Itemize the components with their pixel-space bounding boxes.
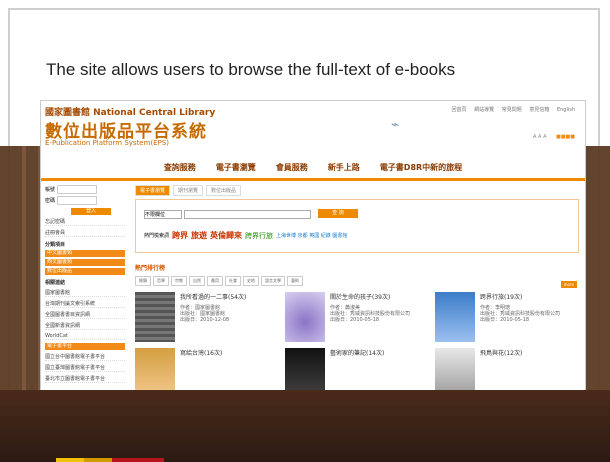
subject-tab[interactable]: 總類 xyxy=(135,276,151,286)
book-title[interactable]: 我所看過的一二事(54次) xyxy=(180,292,246,301)
presentation-slide: The site allows users to browse the full… xyxy=(0,0,610,462)
slide-caption: The site allows users to browse the full… xyxy=(46,60,456,79)
subject-tabs: 總類 哲學 宗教 自然 應用 社會 史地 語言文學 藝術 xyxy=(135,276,579,286)
website-screenshot: 國家圖書館 National Central Library 數位出版品平台系統… xyxy=(40,100,586,392)
top-link[interactable]: 意見信箱 xyxy=(529,107,549,113)
category-item[interactable]: 中文圖書類 xyxy=(45,250,125,257)
subject-tab[interactable]: 應用 xyxy=(207,276,223,286)
related-link[interactable]: WorldCat xyxy=(45,333,125,340)
page-content: 帳號 密碼 登入 忘記密碼 註冊會員 分類項目 中文圖書類 西文圖書類 數位出版… xyxy=(41,181,585,391)
platform-title: 電子書平台 xyxy=(45,343,125,350)
top-link[interactable]: 網站導覽 xyxy=(474,107,494,113)
related-link[interactable]: 國家圖書館 xyxy=(45,289,125,297)
related-link[interactable]: 台灣期刊論文索引系統 xyxy=(45,300,125,308)
subject-tab[interactable]: 自然 xyxy=(189,276,205,286)
related-link[interactable]: 全國圖書書目資訊網 xyxy=(45,311,125,319)
subject-tab[interactable]: 藝術 xyxy=(287,276,303,286)
category-title: 分類項目 xyxy=(45,242,66,248)
book-cover[interactable] xyxy=(135,348,175,391)
book-cover[interactable] xyxy=(435,292,475,342)
display-controls: A A A ■■■■ xyxy=(533,134,575,140)
search-field-select[interactable]: 不限欄位 xyxy=(144,210,182,219)
accent-gold xyxy=(84,458,112,462)
book-title[interactable]: 跨界行旅(19次) xyxy=(480,292,560,301)
book-date: 出版日：2010-12-08 xyxy=(180,317,230,323)
book-cover[interactable] xyxy=(285,292,325,342)
book-date: 出版日：2010-05-18 xyxy=(330,317,380,323)
top-link[interactable]: 回首頁 xyxy=(452,107,467,113)
main-navigation: 查詢服務 電子書瀏覽 會員服務 新手上路 電子書D8R中新的旅程 xyxy=(41,156,585,181)
hot-word-small[interactable]: 上海世博 京都 英國 紀錄 圖書館 xyxy=(276,232,347,239)
ranking-title: 熱門排行榜 xyxy=(135,265,166,272)
register-link[interactable]: 註冊會員 xyxy=(45,229,125,237)
nav-item-journey[interactable]: 電子書D8R中新的旅程 xyxy=(380,162,462,173)
book-title[interactable]: 藝術家的筆記(14次) xyxy=(330,348,384,357)
nav-item-search[interactable]: 查詢服務 xyxy=(164,162,196,173)
subject-tab[interactable]: 史地 xyxy=(243,276,259,286)
account-label: 帳號 xyxy=(45,187,56,193)
platform-link[interactable]: 臺北市立圖書館電子書平台 xyxy=(45,375,125,383)
hot-words-label: 熱門檢索詞 xyxy=(144,233,170,239)
hot-word[interactable]: 英倫歸來 xyxy=(210,230,242,241)
tab-ebook[interactable]: 電子書瀏覽 xyxy=(135,185,171,196)
search-input[interactable] xyxy=(184,210,311,219)
book-item[interactable]: 跨界行旅(19次) 作者：李明璁 出版社：秀威資訊科技股份有限公司 出版日：20… xyxy=(435,292,579,342)
hot-search-words: 熱門檢索詞 跨界 旅遊 英倫歸來 跨界行旅 上海世博 京都 英國 紀錄 圖書館 xyxy=(144,230,347,241)
subject-tab[interactable]: 語言文學 xyxy=(261,276,285,286)
book-item[interactable]: 寫給台灣(16次) xyxy=(135,348,279,391)
subject-tab[interactable]: 哲學 xyxy=(153,276,169,286)
site-header: 國家圖書館 National Central Library 數位出版品平台系統… xyxy=(41,101,585,156)
sidebar: 帳號 密碼 登入 忘記密碼 註冊會員 分類項目 中文圖書類 西文圖書類 數位出版… xyxy=(41,181,129,391)
book-item[interactable]: 飛鳥與花(12次) xyxy=(435,348,579,391)
book-item[interactable]: 藝術家的筆記(14次) xyxy=(285,348,429,391)
font-size-controls[interactable]: A A A xyxy=(533,134,546,140)
nav-item-member[interactable]: 會員服務 xyxy=(276,162,308,173)
slide-footer-area xyxy=(0,390,610,462)
top-links: 回首頁 網站導覽 常見問題 意見信箱 English xyxy=(446,106,576,113)
hot-word[interactable]: 跨界 xyxy=(172,230,188,241)
book-cover[interactable] xyxy=(135,292,175,342)
nav-item-ebook[interactable]: 電子書瀏覽 xyxy=(216,162,256,173)
account-input[interactable] xyxy=(56,185,97,194)
platform-link[interactable]: 國立台中圖書館電子書平台 xyxy=(45,353,125,361)
color-controls[interactable]: ■■■■ xyxy=(556,134,575,140)
related-link[interactable]: 全國新書資訊網 xyxy=(45,322,125,330)
search-field-select-value: 不限欄位 xyxy=(145,212,166,218)
forgot-password-link[interactable]: 忘記密碼 xyxy=(45,218,125,226)
book-item[interactable]: 關於生命的孩子(39次) 作者：蕭淑美 出版社：秀威資訊科技股份有限公司 出版日… xyxy=(285,292,429,342)
platform-link[interactable]: 國立臺灣圖書館電子書平台 xyxy=(45,364,125,372)
search-button[interactable]: 查 詢 xyxy=(318,209,358,218)
book-title[interactable]: 飛鳥與花(12次) xyxy=(480,348,522,357)
nav-item-newbie[interactable]: 新手上路 xyxy=(328,162,360,173)
accent-red xyxy=(112,458,164,462)
password-input[interactable] xyxy=(56,196,97,205)
top-link[interactable]: English xyxy=(557,107,575,113)
password-label: 密碼 xyxy=(45,198,56,204)
book-item[interactable]: 我所看過的一二事(54次) 作者：國家圖書館 出版社：國家圖書館 出版日：201… xyxy=(135,292,279,342)
subject-tab[interactable]: 社會 xyxy=(225,276,241,286)
book-title[interactable]: 關於生命的孩子(39次) xyxy=(330,292,410,301)
book-cover[interactable] xyxy=(285,348,325,391)
book-date: 出版日：2010-05-18 xyxy=(480,317,530,323)
hot-word[interactable]: 跨界行旅 xyxy=(245,231,273,241)
category-item[interactable]: 西文圖書類 xyxy=(45,259,125,266)
site-logo-subtitle: E-Publication Platform System(EPS) xyxy=(45,139,169,147)
accent-yellow xyxy=(56,458,84,462)
login-button[interactable]: 登入 xyxy=(71,208,111,215)
bird-icon: ⌁ xyxy=(391,117,400,133)
subject-tab[interactable]: 宗教 xyxy=(171,276,187,286)
tab-digital[interactable]: 數位出版品 xyxy=(206,185,242,196)
related-links-title: 相關連結 xyxy=(45,280,66,286)
search-panel: 不限欄位 查 詢 熱門檢索詞 跨界 旅遊 英倫歸來 跨界行旅 上海世博 京都 英… xyxy=(135,199,579,253)
book-grid: 我所看過的一二事(54次) 作者：國家圖書館 出版社：國家圖書館 出版日：201… xyxy=(135,292,579,391)
more-button[interactable]: more xyxy=(560,281,577,288)
top-link[interactable]: 常見問題 xyxy=(502,107,522,113)
book-cover[interactable] xyxy=(435,348,475,391)
book-title[interactable]: 寫給台灣(16次) xyxy=(180,348,222,357)
category-item[interactable]: 數位出版品 xyxy=(45,268,125,275)
content-tabs: 電子書瀏覽 期刊瀏覽 數位出版品 xyxy=(135,185,579,196)
hot-word[interactable]: 旅遊 xyxy=(191,230,207,241)
tab-journal[interactable]: 期刊瀏覽 xyxy=(173,185,204,196)
main-content: 電子書瀏覽 期刊瀏覽 數位出版品 不限欄位 查 詢 熱門檢索詞 跨界 旅遊 英倫… xyxy=(129,181,585,391)
